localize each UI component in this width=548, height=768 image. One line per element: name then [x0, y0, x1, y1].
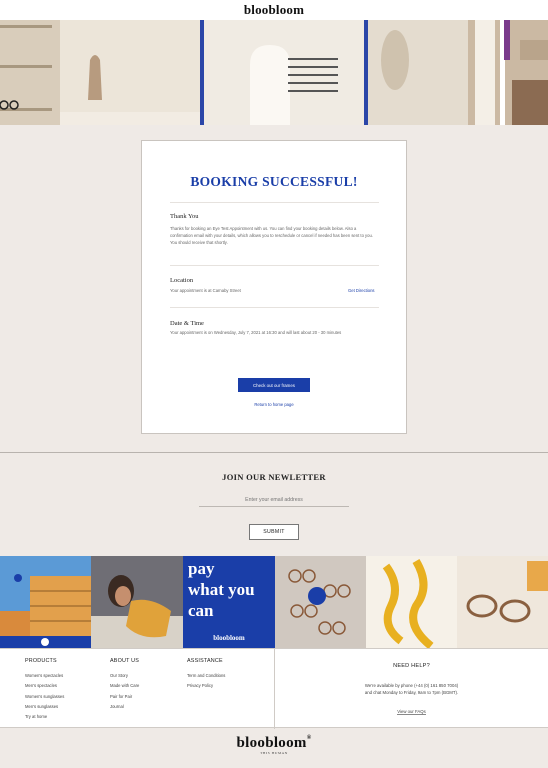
submit-button[interactable]: SUBMIT [249, 524, 299, 540]
divider [170, 202, 379, 203]
footer-link[interactable]: Term and Conditions [187, 671, 225, 681]
faq-link-wrap: View our FAQs [275, 709, 548, 715]
booking-title: BOOKING SUCCESSFUL! [190, 174, 358, 189]
logo-name: bloobloom [236, 735, 307, 751]
promo-text: pay what you can [188, 558, 255, 621]
footer-heading: ASSISTANCE [187, 658, 223, 664]
footer-link[interactable]: Men's sunglasses [25, 702, 64, 712]
booking-card: BOOKING SUCCESSFUL! Thank You Thanks for… [141, 140, 407, 434]
footer-link[interactable]: Try at home [25, 712, 64, 722]
help-text: We're available by phone (+44 (0) 161 85… [275, 682, 548, 696]
footer-heading: ABOUT US [110, 658, 140, 664]
promo-line: can [188, 601, 214, 620]
check-frames-button[interactable]: Check out our frames [238, 378, 310, 392]
datetime-text: Your appointment is on Wednesday, July 7… [170, 330, 342, 335]
hero-image [0, 20, 548, 125]
newsletter-section: JOIN OUR NEWLETTER SUBMIT [0, 452, 548, 556]
thank-you-heading: Thank You [170, 213, 199, 220]
help-heading: NEED HELP? [393, 663, 430, 669]
thank-you-text: Thanks for booking an Eye Test Appointme… [170, 226, 373, 245]
footer-link[interactable]: Pair for Pair [110, 692, 139, 702]
faq-link[interactable]: View our FAQs [397, 709, 426, 715]
location-heading: Location [170, 277, 194, 284]
footer-link[interactable]: Our Story [110, 671, 139, 681]
help-line: We're available by phone (+44 (0) 161 85… [364, 683, 459, 688]
footer-link[interactable]: Privacy Policy [187, 681, 225, 691]
promo-line: pay [188, 559, 215, 578]
footer-link[interactable]: Men's spectacles [25, 681, 64, 691]
bottom-logo-wordmark[interactable]: bloobloom® [0, 735, 548, 752]
footer-assistance: ASSISTANCE Term and Conditions Privacy P… [187, 658, 225, 692]
logo-tagline: THIS HUMAN [260, 751, 288, 755]
newsletter-title: JOIN OUR NEWLETTER [222, 472, 326, 482]
photo-woman[interactable] [91, 556, 183, 648]
divider [170, 265, 379, 266]
return-home-link[interactable]: Return to home page [142, 402, 406, 407]
promo-logo: bloobloom [213, 634, 245, 642]
brand-logo[interactable]: bloobloom [244, 2, 304, 18]
promo-pay-what-you-can[interactable]: pay what you can bloobloom [183, 556, 275, 648]
image-strip: pay what you can bloobloom [0, 556, 548, 648]
photo-art-print[interactable] [366, 556, 457, 648]
promo-line: what you [188, 580, 255, 599]
footer-link[interactable]: Women's sunglasses [25, 692, 64, 702]
get-directions-link[interactable]: Get Directions [348, 288, 375, 293]
registered-mark: ® [306, 735, 312, 741]
datetime-heading: Date & Time [170, 320, 204, 327]
bottom-logo: bloobloom® THIS HUMAN [0, 735, 548, 755]
photo-frames-collection[interactable] [275, 556, 366, 648]
divider [170, 307, 379, 308]
photo-glasses[interactable] [457, 556, 548, 648]
email-input[interactable] [199, 493, 349, 507]
footer: PRODUCTS Women's spectacles Men's specta… [0, 648, 548, 729]
footer-about: ABOUT US Our Story Made with Care Pair f… [110, 658, 139, 712]
footer-link[interactable]: Women's spectacles [25, 671, 64, 681]
footer-products: PRODUCTS Women's spectacles Men's specta… [25, 658, 64, 722]
help-line: and chat Monday to Friday, 9am to 7pm (B… [364, 690, 459, 695]
footer-link[interactable]: Journal [110, 702, 139, 712]
help-panel: NEED HELP? We're available by phone (+44… [275, 649, 548, 729]
photo-building[interactable] [0, 556, 91, 648]
footer-link[interactable]: Made with Care [110, 681, 139, 691]
top-bar: bloobloom [0, 0, 548, 20]
footer-heading: PRODUCTS [25, 658, 57, 664]
